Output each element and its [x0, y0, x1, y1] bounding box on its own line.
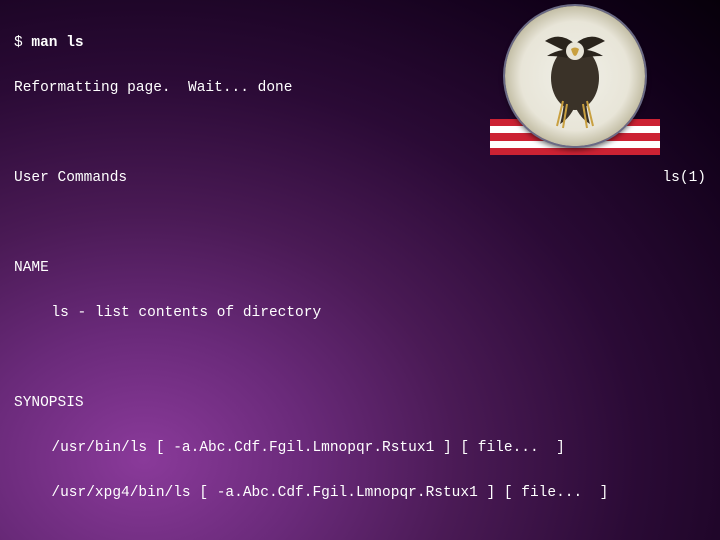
shell-prompt: $	[14, 35, 23, 51]
section-name-body: ls - list contents of directory	[14, 302, 706, 324]
section-synopsis-heading: SYNOPSIS	[14, 392, 706, 414]
synopsis-line-1: /usr/bin/ls [ -a.Abc.Cdf.Fgil.Lmnopqr.Rs…	[14, 437, 706, 459]
header-left: User Commands	[14, 167, 127, 189]
synopsis-line-2: /usr/xpg4/bin/ls [ -a.Abc.Cdf.Fgil.Lmnop…	[14, 482, 706, 504]
reformat-status: Reformatting page. Wait... done	[14, 77, 706, 99]
manpage-header: User Commands ls(1)	[14, 167, 706, 189]
section-name-heading: NAME	[14, 257, 706, 279]
header-right: ls(1)	[662, 167, 706, 189]
terminal-output: $ man ls Reformatting page. Wait... done…	[14, 10, 706, 530]
typed-command: man ls	[31, 35, 83, 51]
prompt-line[interactable]: $ man ls	[14, 32, 706, 54]
